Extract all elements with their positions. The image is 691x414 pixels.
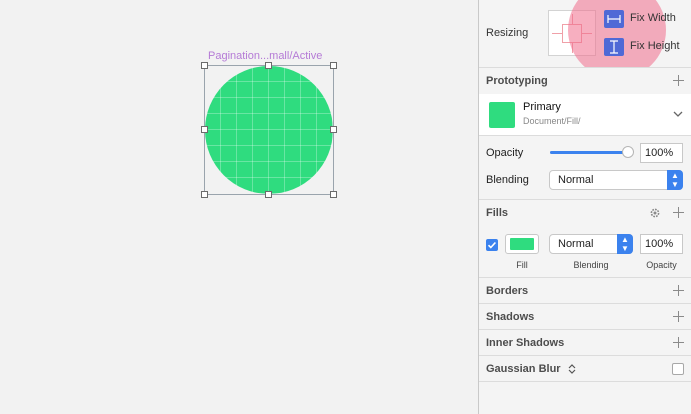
inner-shadows-header: Inner Shadows [486,337,565,349]
fills-section: Fills Normal ▲ ▼ 100% Fill Blending Opaci… [479,200,691,278]
constraint-left-line[interactable] [552,33,562,34]
fill-color-swatch [510,238,534,250]
resize-handle-bottom[interactable] [265,191,272,198]
blending-select[interactable]: Normal ▲ ▼ [549,170,683,190]
appearance-section: Opacity 100% Blending Normal ▲ ▼ [479,136,691,200]
borders-section: Borders [479,278,691,304]
prototyping-header: Prototyping [486,75,548,87]
prototyping-section: Prototyping [479,68,691,94]
blending-stepper-icon[interactable]: ▲ ▼ [667,170,683,190]
fills-header: Fills [486,207,509,219]
fix-height-icon [610,40,618,54]
blending-caption: Blending [573,260,609,270]
fix-height-button[interactable] [604,38,624,56]
blur-type-chevron-icon[interactable] [568,364,576,374]
opacity-slider[interactable] [550,146,634,158]
fill-caption: Fill [516,260,528,270]
inspector-panel: Resizing Fix Width Fix Height Prototypin… [478,0,691,414]
opacity-label: Opacity [486,147,524,159]
resizing-section: Resizing Fix Width Fix Height [479,0,691,68]
fill-enabled-checkbox[interactable] [486,239,498,251]
blending-label: Blending [486,174,529,186]
resize-handle-right[interactable] [330,126,337,133]
gaussian-blur-section: Gaussian Blur [479,356,691,382]
fill-blending-select[interactable]: Normal ▲ ▼ [549,234,633,254]
resize-handle-bottom-left[interactable] [201,191,208,198]
shared-style-selector[interactable]: Primary Document/Fill/ [479,94,691,136]
resize-handle-top-right[interactable] [330,62,337,69]
gaussian-blur-header[interactable]: Gaussian Blur [486,363,561,375]
opacity-slider-knob[interactable] [622,146,634,158]
resizing-label: Resizing [486,27,529,39]
fix-width-icon [607,15,621,24]
fix-height-label[interactable]: Fix Height [630,40,680,52]
fill-blending-value: Normal [558,238,594,250]
fix-width-button[interactable] [604,10,624,28]
borders-header: Borders [486,285,529,297]
style-path: Document/Fill/ [523,116,581,126]
inner-shadows-section: Inner Shadows [479,330,691,356]
resize-handle-top[interactable] [265,62,272,69]
checkmark-icon [487,241,496,249]
resize-handle-bottom-right[interactable] [330,191,337,198]
resize-handle-top-left[interactable] [201,62,208,69]
add-inner-shadow-icon[interactable] [673,337,684,348]
fill-color-well[interactable] [505,234,539,254]
opacity-value-field[interactable]: 100% [640,143,683,163]
fill-blending-stepper-icon[interactable]: ▲ ▼ [617,234,633,254]
gaussian-blur-checkbox[interactable] [672,363,684,375]
add-shadow-icon[interactable] [673,311,684,322]
fill-opacity-field[interactable]: 100% [640,234,683,254]
opacity-slider-fill [550,151,628,154]
fix-width-label[interactable]: Fix Width [630,12,676,24]
style-swatch [489,102,515,128]
selection-border [204,65,334,195]
resize-handle-left[interactable] [201,126,208,133]
shadows-header: Shadows [486,311,535,323]
chevron-down-icon[interactable] [673,110,683,118]
add-prototyping-icon[interactable] [673,75,684,86]
selected-shape[interactable] [201,62,337,198]
opacity-caption: Opacity [646,260,677,270]
gear-icon[interactable] [649,207,661,219]
style-name: Primary [523,101,561,113]
add-fill-icon[interactable] [673,207,684,218]
layer-name-label[interactable]: Pagination...mall/Active [208,50,322,62]
shadows-section: Shadows [479,304,691,330]
add-border-icon[interactable] [673,285,684,296]
design-canvas[interactable]: Pagination...mall/Active [0,0,478,414]
blending-value: Normal [558,174,594,186]
